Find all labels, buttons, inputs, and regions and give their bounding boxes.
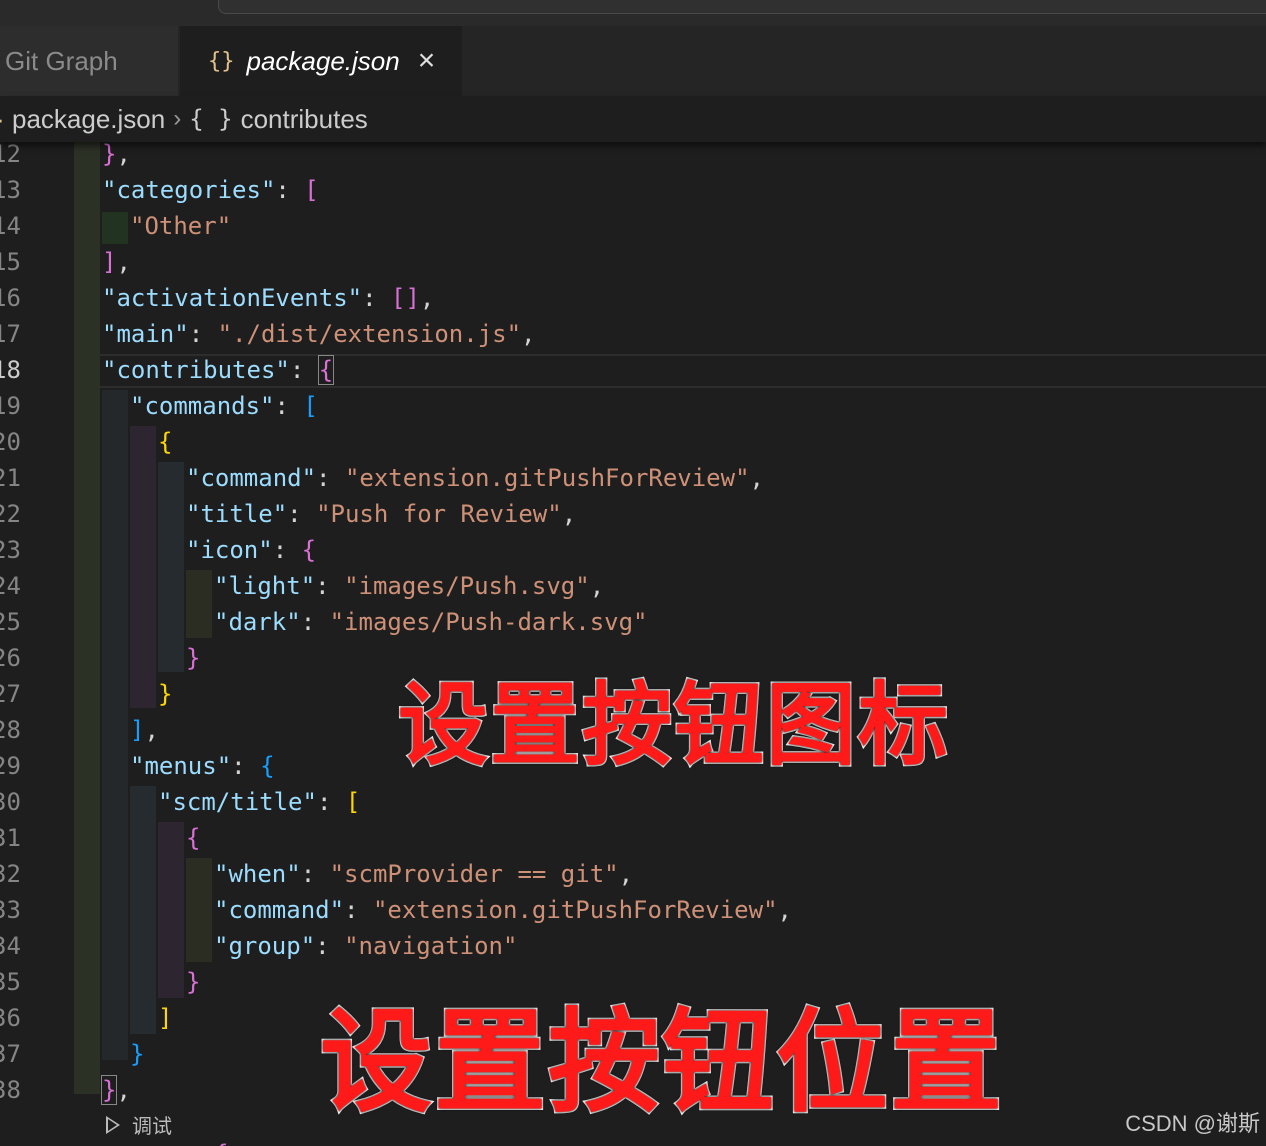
- code-line: 13 "categories": [: [0, 172, 1266, 208]
- json-file-icon: ·: [0, 104, 12, 135]
- json-key: "activationEvents": [102, 284, 363, 312]
- json-key: "group": [214, 932, 316, 960]
- line-number: 28: [0, 716, 21, 744]
- json-string: "./dist/extension.js": [217, 320, 522, 348]
- debug-label: 调试: [132, 1116, 172, 1138]
- code-line: 24 "light": "images/Push.svg",: [0, 568, 1266, 604]
- annotation-icon-caption: 设置按钮图标: [397, 672, 950, 780]
- editor-tab-bar: Git Graph {} package.json ×: [0, 26, 1266, 96]
- json-string: "extension.gitPushForReview": [372, 896, 778, 924]
- code-line: 34 "group": "navigation": [0, 928, 1266, 964]
- line-number: 32: [0, 860, 21, 888]
- line-number: 38: [0, 1076, 21, 1104]
- json-key: "categories": [102, 176, 276, 204]
- json-key: "command": [214, 896, 345, 924]
- tab-label: package.json: [246, 45, 400, 76]
- line-number: 29: [0, 752, 21, 780]
- code-line: 14 "Other": [0, 208, 1266, 244]
- line-number: 37: [0, 1040, 21, 1068]
- json-key: "main": [102, 320, 189, 348]
- code-line: 25 "dark": "images/Push-dark.svg": [0, 604, 1266, 640]
- annotation-position-caption: 设置按钮位置: [319, 997, 1004, 1130]
- breadcrumb-symbol[interactable]: contributes: [241, 104, 368, 135]
- code-line: 22 "title": "Push for Review",: [0, 496, 1266, 532]
- json-string: "extension.gitPushForReview": [344, 464, 750, 492]
- code-line: 21 "command": "extension.gitPushForRevie…: [0, 460, 1266, 496]
- line-number: 16: [0, 284, 21, 312]
- line-number: 18: [0, 356, 21, 384]
- breadcrumb-separator-icon: ›: [173, 105, 182, 132]
- json-key: "title": [186, 500, 288, 528]
- line-number: 17: [0, 320, 21, 348]
- line-number: 22: [0, 500, 21, 528]
- line-number: 23: [0, 536, 21, 564]
- line-number: 26: [0, 644, 21, 672]
- line-number: 35: [0, 968, 21, 996]
- line-number: 36: [0, 1004, 21, 1032]
- code-line: {: [0, 1136, 1266, 1146]
- json-key: "icon": [186, 536, 273, 564]
- code-line: 32 "when": "scmProvider == git",: [0, 856, 1266, 892]
- tab-git-graph[interactable]: Git Graph: [0, 26, 178, 96]
- code-line: 12 },: [0, 142, 1266, 172]
- line-number: 21: [0, 464, 21, 492]
- command-center[interactable]: [218, 0, 1266, 14]
- code-line: 18 "contributes": {: [0, 352, 1266, 388]
- json-string: "navigation": [344, 932, 518, 960]
- line-number: 30: [0, 788, 21, 816]
- close-icon[interactable]: ×: [418, 46, 436, 76]
- line-number: 31: [0, 824, 21, 852]
- json-key: "menus": [130, 752, 232, 780]
- matching-bracket: }: [100, 1075, 118, 1105]
- line-number: 24: [0, 572, 21, 600]
- json-braces-icon: {}: [208, 48, 235, 74]
- json-key: "scm/title": [158, 788, 317, 816]
- code-line: 31 {: [0, 820, 1266, 856]
- json-string: "images/Push.svg": [344, 572, 590, 600]
- json-key: "dark": [214, 608, 301, 636]
- code-line: 15 ],: [0, 244, 1266, 280]
- code-line: 19 "commands": [: [0, 388, 1266, 424]
- code-line: 33 "command": "extension.gitPushForRevie…: [0, 892, 1266, 928]
- window-title-bar: [0, 0, 1266, 26]
- json-string: "scmProvider == git": [329, 860, 619, 888]
- matching-bracket: {: [317, 355, 335, 385]
- code-line: 17 "main": "./dist/extension.js",: [0, 316, 1266, 352]
- line-number: 27: [0, 680, 21, 708]
- tab-label: Git Graph: [5, 45, 118, 76]
- object-symbol-icon: { }: [189, 105, 233, 133]
- line-number: 15: [0, 248, 21, 276]
- json-key: "when": [214, 860, 301, 888]
- watermark: CSDN @谢斯: [1125, 1111, 1260, 1136]
- code-line: 23 "icon": {: [0, 532, 1266, 568]
- line-number: 12: [0, 142, 21, 168]
- json-key: "command": [186, 464, 317, 492]
- line-number: 13: [0, 176, 21, 204]
- breadcrumb-file[interactable]: package.json: [12, 104, 165, 135]
- play-icon: [106, 1115, 120, 1134]
- line-number: 20: [0, 428, 21, 456]
- line-number: 19: [0, 392, 21, 420]
- code-line: 30 "scm/title": [: [0, 784, 1266, 820]
- line-number: 33: [0, 896, 21, 924]
- line-number: 34: [0, 932, 21, 960]
- breadcrumb: · package.json › { } contributes: [0, 96, 1266, 142]
- line-number: 14: [0, 212, 21, 240]
- json-key: "commands": [130, 392, 275, 420]
- json-key: "contributes": [102, 356, 290, 384]
- json-string: "images/Push-dark.svg": [329, 608, 648, 636]
- json-string: "Other": [130, 212, 232, 240]
- debug-code-lens[interactable]: 调试: [106, 1110, 172, 1139]
- code-line: 16 "activationEvents": [],: [0, 280, 1266, 316]
- tab-package-json[interactable]: {} package.json ×: [180, 26, 462, 96]
- json-key: "light": [214, 572, 316, 600]
- line-number: 25: [0, 608, 21, 636]
- code-line: 20 {: [0, 424, 1266, 460]
- json-string: "Push for Review": [316, 500, 562, 528]
